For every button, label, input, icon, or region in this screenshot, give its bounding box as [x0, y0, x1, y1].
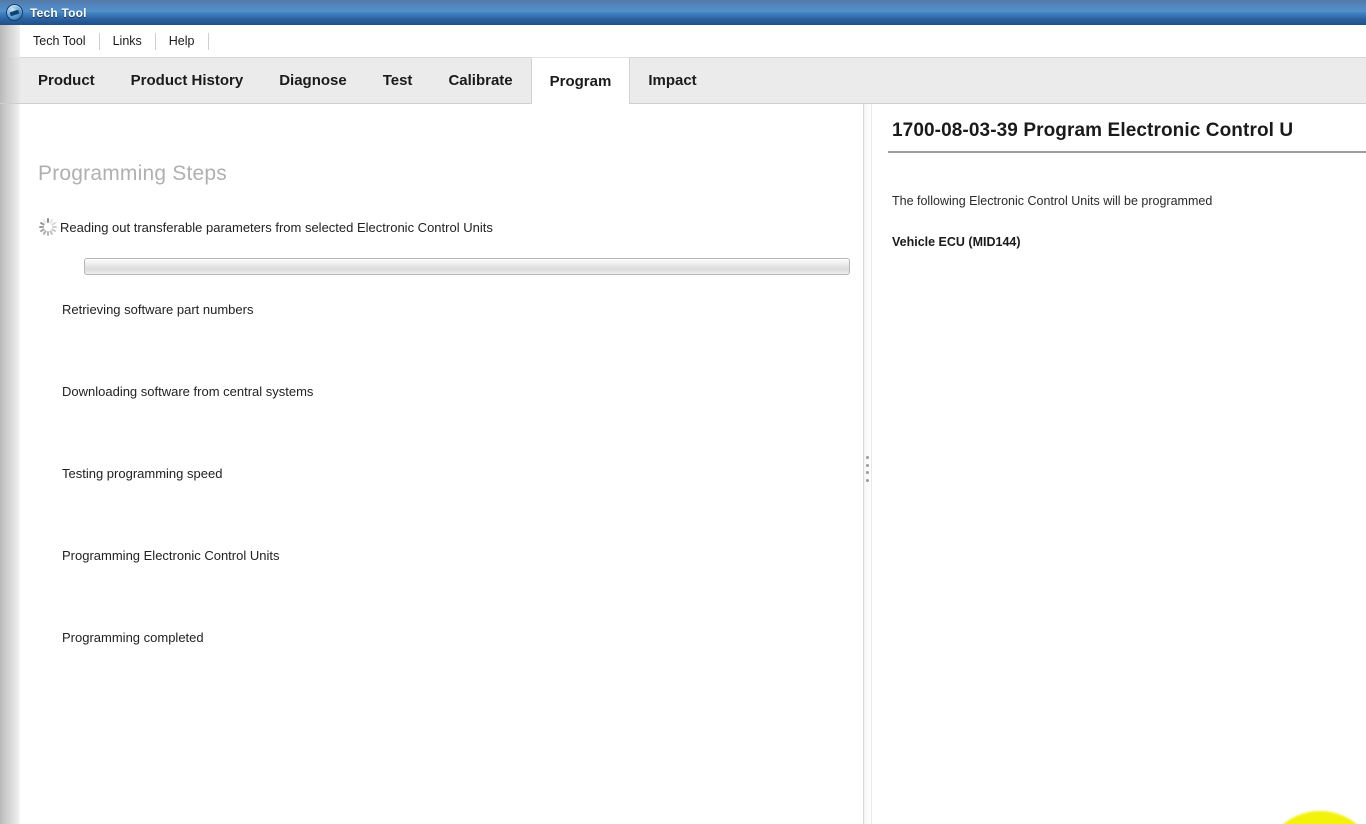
step-label: Downloading software from central system…: [62, 383, 314, 399]
tab-diagnose[interactable]: Diagnose: [261, 57, 365, 103]
tab-product-history[interactable]: Product History: [113, 57, 262, 103]
app-icon: [6, 4, 23, 21]
tab-calibrate[interactable]: Calibrate: [430, 57, 530, 103]
operation-title: 1700-08-03-39 Program Electronic Control…: [892, 120, 1294, 141]
step-item: Downloading software from central system…: [20, 380, 863, 462]
step-label: Testing programming speed: [62, 465, 223, 481]
step-item: Programming completed: [20, 626, 863, 708]
programming-steps-panel: Programming Steps Reading out transferab…: [20, 104, 863, 824]
operation-description: The following Electronic Control Units w…: [892, 194, 1213, 208]
programming-steps-list: Reading out transferable parameters from…: [20, 216, 863, 708]
tab-program[interactable]: Program: [530, 57, 631, 104]
progress-bar: [84, 258, 850, 275]
menu-item-tech-tool[interactable]: Tech Tool: [20, 30, 99, 53]
content-area: Programming Steps Reading out transferab…: [0, 104, 1366, 824]
window-titlebar: Tech Tool: [0, 0, 1366, 25]
step-item: Programming Electronic Control Units: [20, 544, 863, 626]
menu-item-help[interactable]: Help: [156, 30, 208, 53]
splitter-grip-icon[interactable]: [866, 456, 869, 482]
main-tab-bar: Product Product History Diagnose Test Ca…: [0, 57, 1366, 104]
tabbar-gutter: [0, 57, 20, 103]
step-label: Reading out transferable parameters from…: [60, 219, 493, 235]
tab-product[interactable]: Product: [20, 57, 113, 103]
titlebar-sheen: [0, 0, 1366, 12]
spinner-icon: [38, 217, 58, 237]
step-item: Retrieving software part numbers: [20, 298, 863, 380]
window-title: Tech Tool: [30, 5, 87, 20]
tab-test[interactable]: Test: [365, 57, 431, 103]
step-item-active: Reading out transferable parameters from…: [20, 216, 863, 298]
operation-info-panel: 1700-08-03-39 Program Electronic Control…: [872, 104, 1366, 824]
menu-separator: [207, 32, 209, 50]
menu-item-links[interactable]: Links: [100, 30, 155, 53]
tab-impact[interactable]: Impact: [630, 57, 714, 103]
ecu-name: Vehicle ECU (MID144): [892, 235, 1021, 249]
title-divider: [888, 151, 1366, 153]
step-item: Testing programming speed: [20, 462, 863, 544]
panel-splitter[interactable]: [863, 104, 872, 824]
step-label: Retrieving software part numbers: [62, 301, 254, 317]
tech-tool-window: Tech Tool Tech Tool Links Help Product P…: [0, 0, 1366, 824]
step-label: Programming Electronic Control Units: [62, 547, 280, 563]
menubar-gutter: [0, 24, 20, 58]
content-left-gutter: [0, 104, 20, 824]
menu-bar: Tech Tool Links Help: [0, 24, 1366, 58]
step-label: Programming completed: [62, 629, 204, 645]
page-title: Programming Steps: [38, 162, 227, 185]
